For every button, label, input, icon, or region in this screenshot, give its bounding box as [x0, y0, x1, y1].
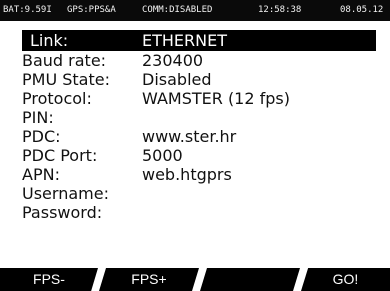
field-value: 5000	[142, 146, 183, 165]
status-bar: BAT:9.59I GPS:PPS&A COMM:DISABLED 12:58:…	[0, 0, 390, 21]
field-protocol[interactable]: Protocol: WAMSTER (12 fps)	[22, 89, 376, 108]
field-label: PMU State:	[22, 70, 110, 89]
field-label: PIN:	[22, 108, 54, 127]
field-apn[interactable]: APN: web.htgprs	[22, 165, 376, 184]
field-pmu-state[interactable]: PMU State: Disabled	[22, 70, 376, 89]
field-pdc[interactable]: PDC: www.ster.hr	[22, 127, 376, 146]
settings-list: Link: ETHERNET Baud rate: 230400 PMU Sta…	[22, 30, 376, 222]
field-label: Link:	[30, 31, 69, 50]
fps-minus-button[interactable]: FPS-	[0, 268, 98, 291]
field-label: APN:	[22, 165, 60, 184]
field-label: PDC:	[22, 127, 61, 146]
field-label: Username:	[22, 184, 109, 203]
field-label: Password:	[22, 203, 103, 222]
gps-status: GPS:PPS&A	[67, 5, 116, 15]
clock-date: 08.05.12	[340, 5, 384, 15]
go-button[interactable]: GO!	[301, 268, 390, 291]
field-pin[interactable]: PIN:	[22, 108, 376, 127]
field-username[interactable]: Username:	[22, 184, 376, 203]
field-value: www.ster.hr	[142, 127, 237, 146]
field-value: Disabled	[142, 70, 212, 89]
field-value: web.htgprs	[142, 165, 232, 184]
field-pdc-port[interactable]: PDC Port: 5000	[22, 146, 376, 165]
blank-softkey-button[interactable]	[200, 268, 300, 291]
fps-plus-button[interactable]: FPS+	[99, 268, 199, 291]
battery-status: BAT:9.59I	[3, 5, 52, 15]
field-label: PDC Port:	[22, 146, 98, 165]
field-value: ETHERNET	[142, 31, 227, 50]
clock-time: 12:58:38	[258, 5, 302, 15]
comm-status: COMM:DISABLED	[142, 5, 213, 15]
field-baud-rate[interactable]: Baud rate: 230400	[22, 51, 376, 70]
softkey-bar: FPS- FPS+ GO!	[0, 268, 390, 291]
field-value: WAMSTER (12 fps)	[142, 89, 290, 108]
field-label: Baud rate:	[22, 51, 107, 70]
field-value: 230400	[142, 51, 204, 70]
field-link[interactable]: Link: ETHERNET	[22, 30, 376, 51]
field-password[interactable]: Password:	[22, 203, 376, 222]
field-label: Protocol:	[22, 89, 92, 108]
